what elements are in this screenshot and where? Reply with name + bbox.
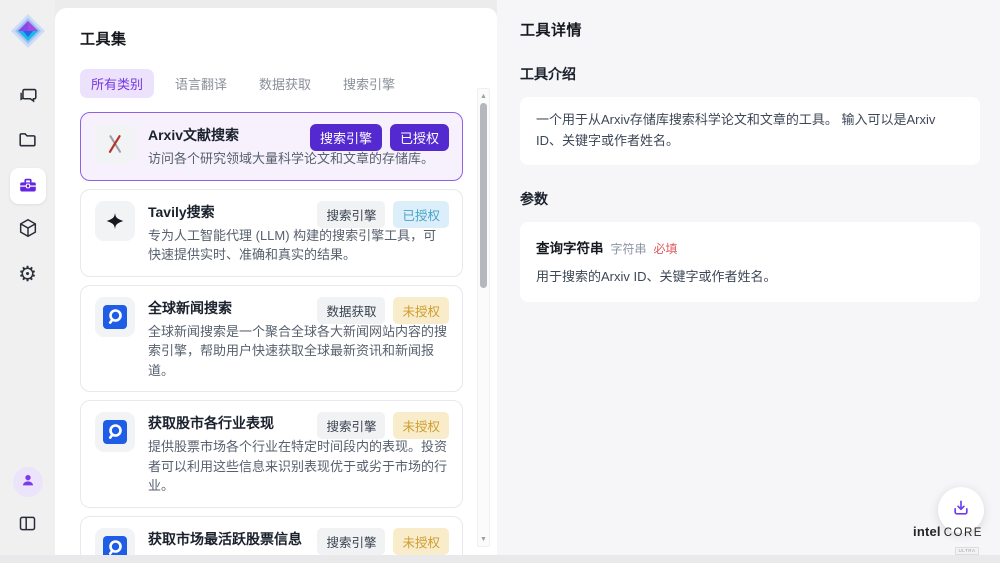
- app-window: ⚙: [0, 0, 1000, 563]
- tab-all-categories[interactable]: 所有类别: [80, 69, 154, 98]
- auth-status-badge: 已授权: [393, 201, 449, 228]
- param-required-flag: 必填: [654, 240, 678, 257]
- param-type: 字符串: [611, 240, 647, 257]
- page-title: 工具集: [80, 28, 497, 49]
- tool-details-panel: 工具详情 工具介绍 一个用于从Arxiv存储库搜索科学论文和文章的工具。 输入可…: [497, 0, 1000, 555]
- tool-card-tavily[interactable]: Tavily搜索 专为人工智能代理 (LLM) 构建的搜索引擎工具，可快速提供实…: [80, 189, 463, 277]
- auth-status-badge: 未授权: [393, 528, 449, 555]
- badge-group: 搜索引擎 未授权: [317, 528, 449, 555]
- category-badge: 搜索引擎: [310, 124, 382, 151]
- tool-desc: 专为人工智能代理 (LLM) 构建的搜索引擎工具，可快速提供实时、准确和真实的结…: [148, 226, 448, 265]
- params-heading: 参数: [520, 189, 980, 209]
- intro-card: 一个用于从Arxiv存储库搜索科学论文和文章的工具。 输入可以是Arxiv ID…: [520, 97, 980, 165]
- tool-desc: 访问各个研究领域大量科学论文和文章的存储库。: [148, 149, 448, 169]
- scroll-down-icon[interactable]: ▼: [478, 533, 489, 545]
- toolbox-icon: [10, 168, 46, 204]
- app-logo: [9, 12, 47, 50]
- tool-card-most-active-stocks[interactable]: 获取市场最活跃股票信息 提供当天交易量最高的股票列表，投资者可以利用这些信息来识…: [80, 516, 463, 556]
- category-tabs: 所有类别 语言翻译 数据获取 搜索引擎: [80, 69, 497, 98]
- badge-group: 搜索引擎 已授权: [317, 201, 449, 228]
- tool-card-list: Arxiv文献搜索 访问各个研究领域大量科学论文和文章的存储库。 搜索引擎 已授…: [80, 112, 497, 555]
- tab-data-fetch[interactable]: 数据获取: [248, 69, 322, 98]
- category-badge: 搜索引擎: [317, 201, 385, 228]
- auth-status-badge: 未授权: [393, 297, 449, 324]
- sidebar-bottom: [6, 467, 50, 543]
- sidebar-rail: ⚙: [0, 0, 55, 555]
- param-name: 查询字符串: [536, 237, 604, 257]
- tool-card-global-news[interactable]: 全球新闻搜索 全球新闻搜索是一个聚合全球各大新闻网站内容的搜索引擎，帮助用户快速…: [80, 285, 463, 393]
- param-desc: 用于搜索的Arxiv ID、关键字或作者姓名。: [536, 266, 964, 285]
- sidebar-item-panel-toggle[interactable]: [6, 509, 50, 543]
- cube-icon: [17, 217, 39, 244]
- sidebar-item-packages[interactable]: [6, 208, 50, 252]
- category-badge: 搜索引擎: [317, 528, 385, 555]
- badge-group: 搜索引擎 未授权: [317, 412, 449, 439]
- intro-text: 一个用于从Arxiv存储库搜索科学论文和文章的工具。 输入可以是Arxiv ID…: [536, 112, 935, 148]
- scroll-up-icon[interactable]: ▲: [478, 90, 489, 102]
- tool-card-arxiv[interactable]: Arxiv文献搜索 访问各个研究领域大量科学论文和文章的存储库。 搜索引擎 已授…: [80, 112, 463, 181]
- gear-icon: ⚙: [18, 264, 37, 285]
- chat-icon: [17, 85, 39, 112]
- user-avatar[interactable]: [13, 467, 43, 497]
- auth-status-badge: 未授权: [393, 412, 449, 439]
- param-card: 查询字符串 字符串 必填 用于搜索的Arxiv ID、关键字或作者姓名。: [520, 222, 980, 302]
- sidebar-item-files[interactable]: [6, 120, 50, 164]
- badge-group: 搜索引擎 已授权: [310, 124, 449, 151]
- blue-search-app-icon: [95, 528, 135, 556]
- tab-search-engine[interactable]: 搜索引擎: [332, 69, 406, 98]
- category-badge: 数据获取: [317, 297, 385, 324]
- panels-icon: [17, 513, 38, 539]
- user-icon: [20, 472, 36, 493]
- tool-card-sector-performance[interactable]: 获取股市各行业表现 提供股票市场各个行业在特定时间段内的表现。投资者可以利用这些…: [80, 400, 463, 508]
- arxiv-logo-icon: [95, 124, 135, 164]
- folder-icon: [17, 129, 39, 156]
- brand-ultra-badge: ULTRA: [955, 547, 980, 555]
- list-scrollbar[interactable]: ▲ ▼: [477, 88, 490, 547]
- details-title: 工具详情: [520, 19, 980, 40]
- brand-core-text: CORE: [944, 527, 983, 539]
- brand-intel-text: intel: [913, 524, 941, 539]
- intel-core-logo: intelCORE ULTRA: [910, 524, 986, 557]
- blue-search-app-icon: [95, 412, 135, 452]
- tool-desc: 提供股票市场各个行业在特定时间段内的表现。投资者可以利用这些信息来识别表现优于或…: [148, 437, 448, 496]
- sparkle-star-icon: [95, 201, 135, 241]
- intro-heading: 工具介绍: [520, 64, 980, 84]
- window-bottom-edge: [0, 555, 1000, 563]
- scrollbar-thumb[interactable]: [480, 103, 487, 288]
- download-icon: [951, 498, 971, 523]
- sidebar-item-tools[interactable]: [6, 164, 50, 208]
- blue-search-app-icon: [95, 297, 135, 337]
- category-badge: 搜索引擎: [317, 412, 385, 439]
- sidebar-nav: ⚙: [6, 76, 50, 296]
- badge-group: 数据获取 未授权: [317, 297, 449, 324]
- sidebar-item-chat[interactable]: [6, 76, 50, 120]
- auth-status-badge: 已授权: [390, 124, 449, 151]
- tab-translation[interactable]: 语言翻译: [164, 69, 238, 98]
- sidebar-item-settings[interactable]: ⚙: [6, 252, 50, 296]
- tool-desc: 全球新闻搜索是一个聚合全球各大新闻网站内容的搜索引擎，帮助用户快速获取全球最新资…: [148, 322, 448, 381]
- tools-panel: 工具集 所有类别 语言翻译 数据获取 搜索引擎: [55, 8, 497, 555]
